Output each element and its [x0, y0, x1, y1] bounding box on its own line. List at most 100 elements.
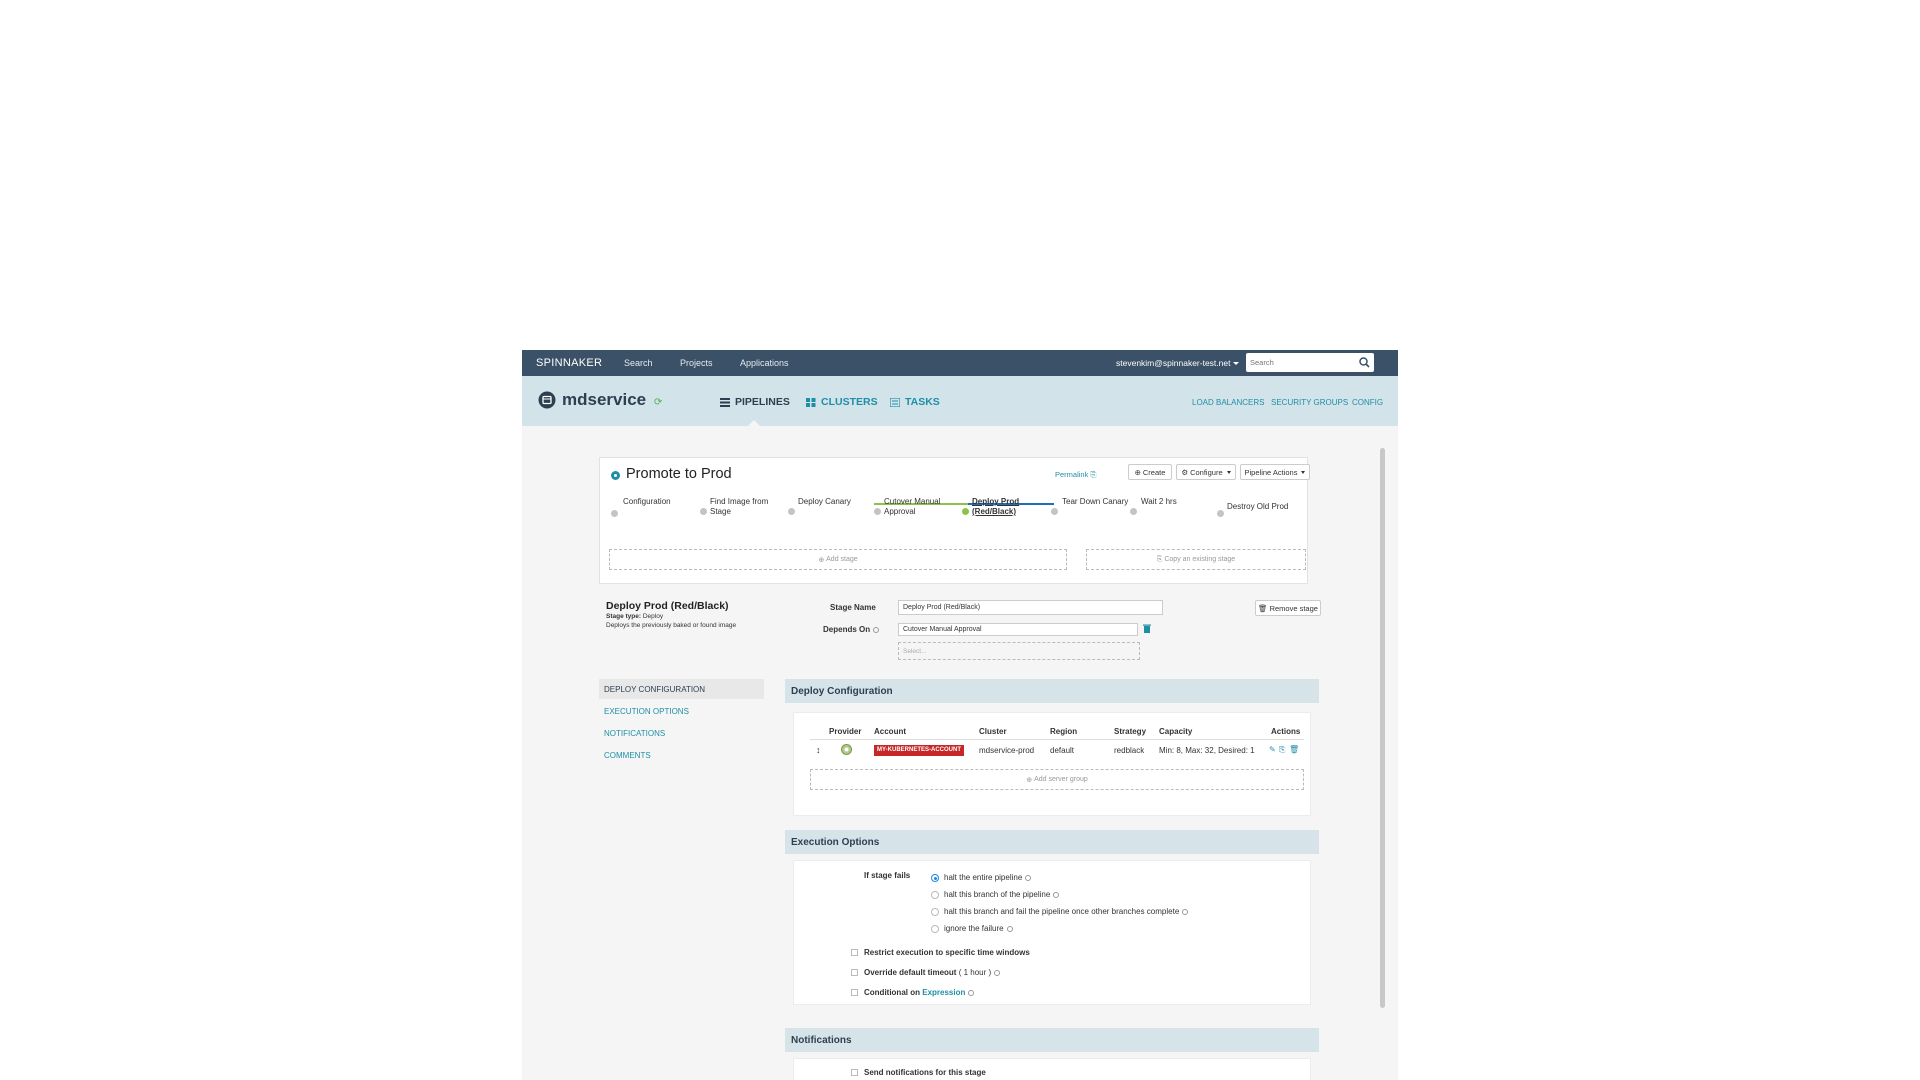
help-icon[interactable] [994, 969, 1001, 976]
configure-label: Configure [1190, 467, 1223, 477]
depends-on-select[interactable]: Select... [898, 642, 1140, 660]
stage-description: Deploys the previously baked or found im… [606, 622, 737, 629]
create-button[interactable]: ⊕ Create [1128, 464, 1172, 480]
link-security-groups[interactable]: SECURITY GROUPS [1271, 398, 1348, 407]
nav-execution-options[interactable]: EXECUTION OPTIONS [599, 701, 764, 721]
search-input[interactable] [1250, 356, 1350, 368]
checkbox-send-notifications[interactable] [851, 1069, 858, 1076]
stage-node-tear-down-canary[interactable] [1051, 508, 1058, 515]
help-icon[interactable] [873, 626, 880, 633]
checkbox-restrict-windows[interactable] [851, 949, 858, 956]
user-menu[interactable]: stevenkim@spinnaker-test.net [1116, 358, 1240, 368]
help-icon[interactable] [1182, 908, 1189, 915]
stage-label-line2: Approval [884, 507, 916, 516]
configure-button[interactable]: ⚙ Configure [1176, 464, 1236, 480]
tab-tasks[interactable]: TASKS [890, 396, 940, 408]
radio-halt-pipeline[interactable] [931, 874, 939, 882]
trash-icon[interactable]: 🗑 [1289, 745, 1299, 754]
help-icon[interactable] [1006, 925, 1013, 932]
add-stage-button[interactable]: ⊕ Add stage [609, 549, 1067, 570]
cell-cluster: mdservice-prod [979, 746, 1035, 755]
nav-deploy-configuration[interactable]: DEPLOY CONFIGURATION [599, 679, 764, 699]
stage-tear-down-canary[interactable]: Tear Down Canary [1062, 497, 1128, 507]
stage-configuration[interactable]: Configuration [623, 497, 671, 507]
option-ignore-failure[interactable]: ignore the failure [944, 924, 1013, 933]
option-halt-pipeline[interactable]: halt the entire pipeline [944, 873, 1032, 882]
edit-icon[interactable]: ✎ [1269, 745, 1276, 754]
active-tab-indicator [748, 420, 760, 426]
copy-stage-label: Copy an existing stage [1164, 556, 1236, 563]
copy-icon[interactable]: ⎘ [1279, 745, 1285, 755]
depends-on-tag[interactable]: Cutover Manual Approval [898, 623, 1138, 636]
add-server-group-label: Add server group [1034, 776, 1088, 783]
link-load-balancers[interactable]: LOAD BALANCERS [1192, 398, 1264, 407]
nav-comments[interactable]: COMMENTS [599, 745, 764, 765]
tab-pipelines[interactable]: PIPELINES [720, 396, 790, 408]
nav-applications[interactable]: Applications [740, 358, 789, 368]
stage-node-deploy-prod[interactable] [962, 508, 969, 515]
checkbox-conditional[interactable] [851, 989, 858, 996]
col-provider: Provider [829, 727, 862, 736]
stage-node-deploy-canary[interactable] [788, 508, 795, 515]
help-icon[interactable] [1025, 874, 1032, 881]
global-search [1246, 353, 1374, 372]
search-icon[interactable] [1358, 356, 1371, 369]
stage-node-configuration[interactable] [611, 510, 618, 517]
vertical-scrollbar[interactable] [1380, 448, 1385, 1008]
stage-deploy-prod-selected[interactable]: Deploy Prod (Red/Black) [972, 497, 1019, 517]
stage-node-wait[interactable] [1130, 508, 1137, 515]
tab-clusters[interactable]: CLUSTERS [806, 396, 878, 408]
conditional-text: Conditional on [864, 988, 920, 997]
stage-wait-2-hrs[interactable]: Wait 2 hrs [1141, 497, 1177, 507]
expression-link[interactable]: Expression [922, 988, 965, 997]
send-notifications-label: Send notifications for this stage [864, 1068, 986, 1077]
pipeline-actions-button[interactable]: Pipeline Actions [1240, 464, 1310, 480]
help-icon[interactable] [968, 989, 975, 996]
stage-node-cutover-approval[interactable] [874, 508, 881, 515]
stage-cutover-approval[interactable]: Cutover Manual Approval [884, 497, 940, 517]
plus-circle-icon: ⊕ [1026, 776, 1033, 784]
radio-halt-branch-fail[interactable] [931, 908, 939, 916]
stage-label: Find Image from [710, 497, 769, 506]
drag-handle-icon[interactable]: ↕ [816, 745, 821, 755]
trash-icon[interactable] [1143, 624, 1151, 633]
stage-node-destroy-old-prod[interactable] [1217, 510, 1224, 517]
help-icon[interactable] [1053, 891, 1060, 898]
link-config[interactable]: CONFIG [1352, 398, 1383, 407]
caret-down-icon [1233, 362, 1240, 366]
copy-stage-button[interactable]: ⎘ Copy an existing stage [1086, 549, 1306, 570]
stage-find-image[interactable]: Find Image from Stage [710, 497, 768, 517]
stage-node-find-image[interactable] [700, 508, 707, 515]
nav-projects[interactable]: Projects [680, 358, 713, 368]
stage-destroy-old-prod[interactable]: Destroy Old Prod [1227, 502, 1288, 512]
gear-icon: ⚙ [1181, 467, 1189, 477]
add-stage-label: Add stage [826, 556, 858, 563]
remove-stage-button[interactable]: 🗑 Remove stage [1255, 600, 1321, 616]
stage-name-input[interactable]: Deploy Prod (Red/Black) [898, 600, 1163, 615]
option-halt-branch[interactable]: halt this branch of the pipeline [944, 890, 1060, 899]
refresh-icon[interactable]: ⟳ [654, 397, 662, 408]
nav-search[interactable]: Search [624, 358, 653, 368]
stage-label: Destroy Old Prod [1227, 502, 1289, 511]
stage-label: Wait 2 hrs [1141, 497, 1177, 506]
option-label: halt this branch of the pipeline [944, 890, 1051, 899]
table-row[interactable]: ↕ MY-KUBERNETES-ACCOUNT mdservice-prod d… [794, 740, 1312, 762]
if-stage-fails-label: If stage fails [864, 871, 911, 880]
radio-ignore-failure[interactable] [931, 925, 939, 933]
create-label: Create [1142, 467, 1166, 477]
add-server-group-button[interactable]: ⊕ Add server group [810, 769, 1304, 790]
application-icon [538, 391, 556, 409]
pipeline-graph-card: Promote to Prod Permalink ⎘ ⊕ Create ⚙ Con… [599, 457, 1310, 584]
checkbox-override-timeout[interactable] [851, 969, 858, 976]
grid-icon [806, 397, 816, 407]
stage-title: Deploy Prod (Red/Black) [606, 600, 729, 612]
nav-notifications[interactable]: NOTIFICATIONS [599, 723, 764, 743]
plus-circle-icon: ⊕ [1134, 467, 1141, 477]
deploy-configuration-header: Deploy Configuration [785, 679, 1319, 703]
permalink-link[interactable]: Permalink ⎘ [1055, 470, 1096, 480]
stage-deploy-canary[interactable]: Deploy Canary [798, 497, 851, 507]
kubernetes-icon [841, 744, 852, 755]
radio-halt-branch[interactable] [931, 891, 939, 899]
option-halt-branch-fail[interactable]: halt this branch and fail the pipeline o… [944, 907, 1189, 916]
brand-logo[interactable]: SPINNAKER [536, 357, 602, 369]
